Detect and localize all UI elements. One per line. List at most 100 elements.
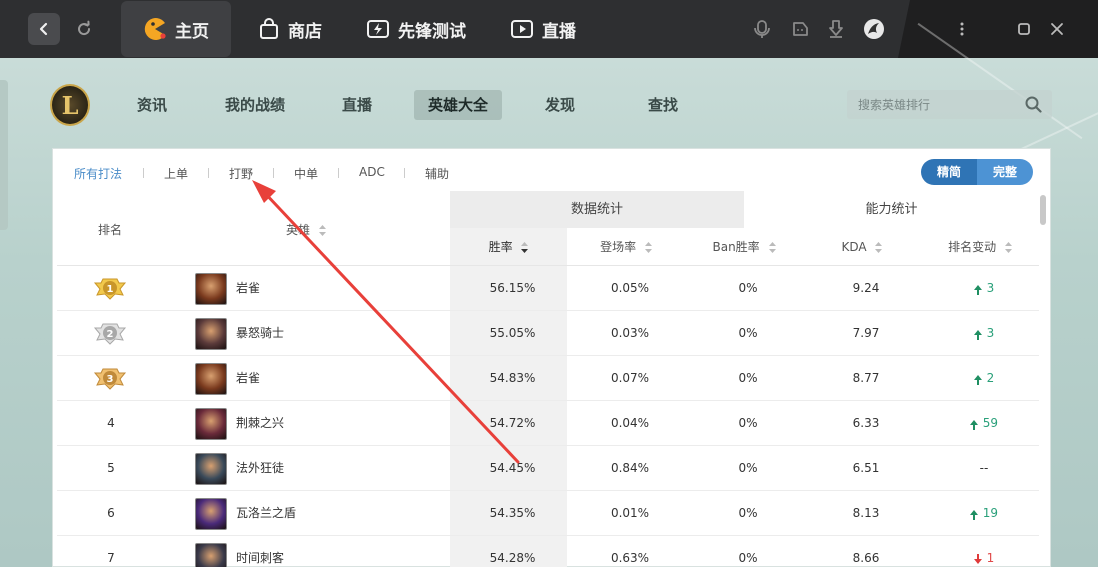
hero-name[interactable]: 法外狂徒 — [236, 446, 284, 491]
hero-cell[interactable]: 瓦洛兰之盾 — [195, 491, 296, 536]
pickrate-value: 0.07% — [610, 371, 650, 385]
subnav-hero-encyclopedia[interactable]: 英雄大全 — [414, 90, 503, 120]
chat-button[interactable] — [789, 18, 811, 40]
hero-avatar[interactable] — [195, 407, 227, 440]
view-simple-button[interactable]: 精简 — [921, 159, 977, 185]
more-vertical-icon — [960, 22, 964, 36]
hero-search-input[interactable] — [858, 97, 1018, 112]
bag-icon — [260, 18, 278, 39]
table-row[interactable]: 6 瓦洛兰之盾 54.35% 0.01% 0% 8.13 19 — [57, 491, 1039, 536]
filter-divider — [208, 168, 209, 178]
hero-cell[interactable]: 岩雀 — [195, 266, 260, 311]
table-row[interactable]: 3 岩雀 54.83% 0.07% 0% 8.77 2 — [57, 356, 1039, 401]
hero-avatar[interactable] — [195, 272, 227, 305]
hero-avatar[interactable] — [195, 317, 227, 350]
tab-pioneer-test[interactable]: 先锋测试 — [366, 0, 466, 58]
role-filter-bar: 所有打法 上单 打野 中单 ADC 辅助 — [53, 149, 1050, 195]
rank-down-icon — [973, 554, 982, 564]
filter-top[interactable]: 上单 — [164, 165, 188, 182]
header-change-sort[interactable]: 排名变动 — [921, 228, 1039, 266]
rank-up-icon — [973, 330, 982, 340]
banwin-value: 0% — [738, 416, 758, 430]
rank-change-value: 59 — [982, 416, 999, 430]
hero-name[interactable]: 荆棘之兴 — [236, 401, 284, 446]
kda-value: 6.33 — [852, 416, 880, 430]
filter-support[interactable]: 辅助 — [425, 165, 449, 182]
table-scrollbar[interactable] — [1040, 195, 1046, 225]
lol-logo[interactable]: L — [50, 84, 90, 126]
hero-search-box[interactable] — [847, 90, 1052, 119]
pickrate-value: 0.03% — [610, 326, 650, 340]
subnav-discover[interactable]: 发现 — [545, 90, 575, 120]
tab-home[interactable]: 主页 — [121, 1, 231, 57]
table-row[interactable]: 7 时间刺客 54.28% 0.63% 0% 8.66 1 — [57, 536, 1039, 567]
header-banwin-sort[interactable]: Ban胜率 — [685, 228, 803, 266]
tab-live[interactable]: 直播 — [510, 0, 576, 58]
table-row[interactable]: 5 法外狂徒 54.45% 0.84% 0% 6.51 -- — [57, 446, 1039, 491]
chevron-left-icon — [39, 22, 48, 36]
play-icon — [511, 20, 533, 38]
hero-avatar[interactable] — [195, 362, 227, 395]
table-row[interactable]: 4 荆棘之兴 54.72% 0.04% 0% 6.33 59 — [57, 401, 1039, 446]
filter-adc[interactable]: ADC — [359, 165, 385, 179]
header-winrate-sort[interactable]: 胜率 — [450, 228, 567, 266]
subnav-search[interactable]: 查找 — [648, 90, 678, 120]
back-button[interactable] — [28, 13, 60, 45]
tab-ability-stats[interactable]: 能力统计 — [744, 191, 1039, 228]
headset-button[interactable] — [751, 18, 773, 40]
table-row[interactable]: 2 暴怒骑士 55.05% 0.03% 0% 7.97 3 — [57, 311, 1039, 356]
filter-divider — [404, 168, 405, 178]
more-menu-button[interactable] — [951, 18, 973, 40]
subnav-news[interactable]: 资讯 — [137, 90, 167, 120]
lightning-ticket-icon — [367, 20, 389, 38]
view-full-button[interactable]: 完整 — [977, 159, 1033, 185]
rank-up-icon — [969, 420, 978, 430]
hero-cell[interactable]: 岩雀 — [195, 356, 260, 401]
hero-name[interactable]: 暴怒骑士 — [236, 311, 284, 356]
header-kda: KDA — [841, 240, 867, 254]
tab-store[interactable]: 商店 — [258, 0, 322, 58]
pacman-logo-icon — [144, 18, 166, 40]
tab-pioneer-test-label: 先锋测试 — [398, 21, 466, 42]
winrate-value: 54.45% — [489, 461, 536, 475]
maximize-button[interactable] — [1013, 18, 1035, 40]
winrate-value: 54.83% — [489, 371, 536, 385]
hero-name[interactable]: 时间刺客 — [236, 536, 284, 567]
table-row[interactable]: 1 岩雀 56.15% 0.05% 0% 9.24 3 — [57, 266, 1039, 311]
pickrate-value: 0.63% — [610, 551, 650, 565]
refresh-button[interactable] — [72, 17, 96, 41]
maximize-icon — [1018, 23, 1030, 35]
header-pickrate: 登场率 — [600, 240, 637, 254]
user-avatar-button[interactable] — [863, 18, 885, 40]
tab-store-label: 商店 — [288, 21, 322, 42]
hero-avatar[interactable] — [195, 452, 227, 485]
hero-cell[interactable]: 法外狂徒 — [195, 446, 284, 491]
download-button[interactable] — [825, 18, 847, 40]
subnav-my-record[interactable]: 我的战绩 — [225, 90, 285, 120]
header-pickrate-sort[interactable]: 登场率 — [567, 228, 685, 266]
rank-number: 7 — [107, 551, 115, 565]
banwin-value: 0% — [738, 506, 758, 520]
header-kda-sort[interactable]: KDA — [803, 228, 921, 266]
search-icon[interactable] — [1025, 96, 1042, 113]
tab-data-stats[interactable]: 数据统计 — [450, 191, 744, 228]
subnav-live[interactable]: 直播 — [342, 90, 372, 120]
kda-value: 7.97 — [852, 326, 880, 340]
hero-name[interactable]: 岩雀 — [236, 356, 260, 401]
hero-cell[interactable]: 时间刺客 — [195, 536, 284, 567]
download-icon — [829, 20, 843, 38]
close-button[interactable] — [1046, 18, 1068, 40]
filter-mid[interactable]: 中单 — [294, 165, 318, 182]
header-hero-sort[interactable]: 英雄 — [286, 221, 326, 238]
rank-number: 2 — [107, 329, 114, 340]
hero-name[interactable]: 岩雀 — [236, 266, 260, 311]
hero-name[interactable]: 瓦洛兰之盾 — [236, 491, 296, 536]
hero-avatar[interactable] — [195, 542, 227, 567]
filter-all-roles[interactable]: 所有打法 — [74, 165, 122, 182]
hero-cell[interactable]: 荆棘之兴 — [195, 401, 284, 446]
rank-change: -- — [925, 446, 1043, 491]
hero-avatar[interactable] — [195, 497, 227, 530]
rank-change-value: 3 — [986, 326, 995, 340]
hero-cell[interactable]: 暴怒骑士 — [195, 311, 284, 356]
filter-jungle[interactable]: 打野 — [229, 165, 253, 182]
